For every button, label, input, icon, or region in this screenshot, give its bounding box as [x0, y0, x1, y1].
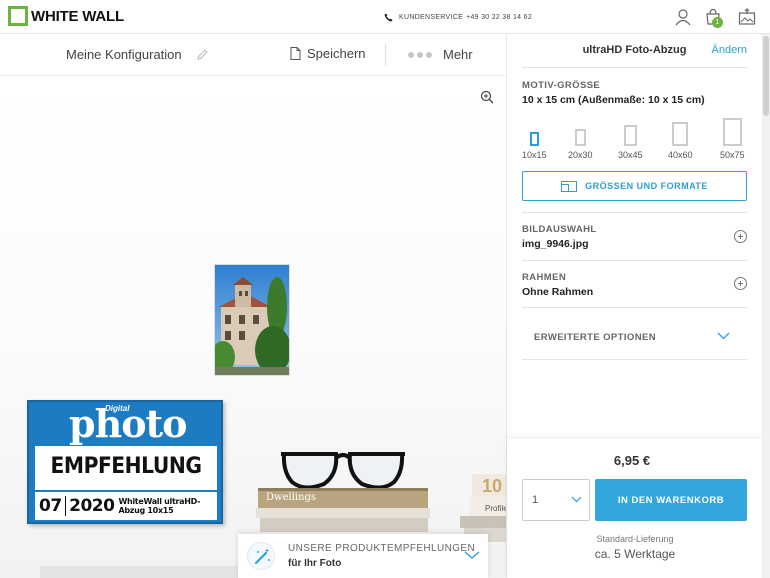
size-options: 10x15 20x30 30x45 40x60 50x75 — [522, 116, 750, 160]
size-section-label: MOTIV-GRÖSSE — [522, 80, 601, 91]
more-label: Mehr — [443, 47, 473, 62]
customer-service[interactable]: KUNDENSERVICE +49 30 22 38 14 62 — [384, 13, 532, 22]
configuration-label: Meine Konfiguration — [66, 47, 182, 62]
award-magazine-title: photo — [69, 401, 187, 446]
quantity-value: 1 — [532, 494, 539, 506]
size-option-10x15[interactable]: 10x15 — [522, 132, 547, 160]
size-option-50x75[interactable]: 50x75 — [720, 118, 745, 160]
size-frame-icon — [623, 125, 637, 146]
chevron-down-icon[interactable] — [464, 550, 480, 560]
shelf — [40, 566, 250, 578]
award-product: WhiteWall ultraHD-Abzug 10x15 — [118, 497, 201, 515]
save-label: Speichern — [307, 46, 366, 61]
delivery-time: ca. 5 Werktage — [594, 547, 676, 561]
change-product-link[interactable]: Ändern — [712, 44, 747, 56]
award-headline-box: EMPFEHLUNG — [35, 446, 217, 490]
scrollbar-thumb[interactable] — [763, 36, 769, 116]
size-value: 10 x 15 cm (Außenmaße: 10 x 15 cm) — [522, 94, 705, 106]
chevron-down-icon[interactable] — [717, 332, 730, 340]
size-frame-icon — [574, 129, 586, 146]
award-year: 2020 — [69, 496, 115, 516]
sizes-and-formats-label: GRÖSSEN UND FORMATE — [585, 181, 708, 191]
configuration-name[interactable]: Meine Konfiguration — [66, 47, 209, 62]
book-title: Dwellings — [266, 492, 317, 503]
chevron-down-icon — [571, 496, 582, 503]
format-frame-icon — [561, 180, 578, 192]
frame-value: Ohne Rahmen — [522, 286, 594, 298]
panel-scrollbar[interactable] — [762, 34, 770, 578]
photo-image — [215, 265, 289, 375]
book-label: Profile — [485, 504, 506, 513]
recommendations-bar[interactable]: UNSERE PRODUKTEMPFEHLUNGEN für Ihr Foto — [238, 534, 488, 578]
service-label: KUNDENSERVICE — [399, 14, 464, 21]
add-to-cart-button[interactable]: IN DEN WARENKORB — [595, 479, 747, 521]
logo-text: WHITE WALL — [31, 7, 124, 25]
logo[interactable]: WHITE WALL — [8, 6, 124, 26]
award-divider — [64, 496, 67, 516]
section-divider — [522, 307, 747, 308]
config-toolbar: Meine Konfiguration Speichern Mehr — [0, 34, 506, 76]
size-frame-icon — [722, 118, 742, 146]
size-frame-icon — [529, 132, 539, 146]
sizes-and-formats-button[interactable]: GRÖSSEN UND FORMATE — [522, 171, 747, 201]
more-button[interactable]: Mehr — [408, 47, 473, 62]
pencil-icon[interactable] — [196, 48, 209, 61]
purchase-area: 6,95 € 1 IN DEN WARENKORB Standard-Liefe… — [507, 439, 763, 578]
size-option-label: 50x75 — [720, 150, 745, 160]
award-issue: 07 — [39, 496, 62, 516]
image-selection-value: img_9946.jpg — [522, 238, 589, 250]
more-dots-icon — [408, 51, 435, 58]
size-option-40x60[interactable]: 40x60 — [668, 122, 693, 160]
image-selection-label: BILDAUSWAHL — [522, 224, 597, 235]
award-badge: Digital photo EMPFEHLUNG 07 2020 WhiteWa… — [27, 400, 223, 524]
size-option-label: 40x60 — [668, 150, 693, 160]
size-option-label: 10x15 — [522, 150, 547, 160]
size-option-label: 20x30 — [568, 150, 593, 160]
cart-count-badge: 1 — [712, 17, 723, 28]
quantity-select[interactable]: 1 — [522, 479, 590, 521]
expand-plus-icon[interactable] — [734, 277, 747, 290]
price: 6,95 € — [613, 453, 651, 468]
book-number: 10 — [482, 476, 503, 496]
extended-options-label: ERWEITERTE OPTIONEN — [534, 332, 656, 343]
user-icon[interactable] — [674, 8, 692, 26]
top-header: WHITE WALL KUNDENSERVICE +49 30 22 38 14… — [0, 0, 770, 34]
size-frame-icon — [672, 122, 689, 146]
size-option-30x45[interactable]: 30x45 — [618, 125, 643, 160]
service-phone[interactable]: +49 30 22 38 14 62 — [466, 14, 532, 21]
panel-header: ultraHD Foto-Abzug Ändern — [522, 34, 747, 68]
toolbar-divider — [385, 44, 386, 66]
award-footer: 07 2020 WhiteWall ultraHD-Abzug 10x15 — [35, 492, 217, 520]
size-option-20x30[interactable]: 20x30 — [568, 129, 593, 160]
award-headline: EMPFEHLUNG — [50, 454, 202, 479]
section-divider — [522, 212, 747, 213]
recommendations-title: UNSERE PRODUKTEMPFEHLUNGEN — [288, 543, 476, 554]
expand-plus-icon[interactable] — [734, 230, 747, 243]
configuration-panel: ultraHD Foto-Abzug Ändern MOTIV-GRÖSSE 1… — [506, 34, 763, 578]
recommendations-subtitle: für Ihr Foto — [288, 558, 342, 569]
magic-wand-icon — [247, 542, 275, 570]
size-option-label: 30x45 — [618, 150, 643, 160]
delivery-type: Standard-Lieferung — [596, 534, 674, 544]
upload-image-icon[interactable] — [738, 8, 756, 26]
photo-preview[interactable] — [214, 264, 290, 376]
frame-label: RAHMEN — [522, 272, 567, 283]
preview-canvas: Digital photo EMPFEHLUNG 07 2020 WhiteWa… — [0, 76, 506, 578]
section-divider — [522, 260, 747, 261]
save-button[interactable]: Speichern — [290, 46, 366, 61]
phone-icon — [384, 13, 393, 22]
document-icon — [290, 47, 301, 60]
section-divider — [522, 359, 747, 360]
zoom-in-icon[interactable] — [480, 90, 494, 104]
logo-square-icon — [8, 6, 28, 26]
